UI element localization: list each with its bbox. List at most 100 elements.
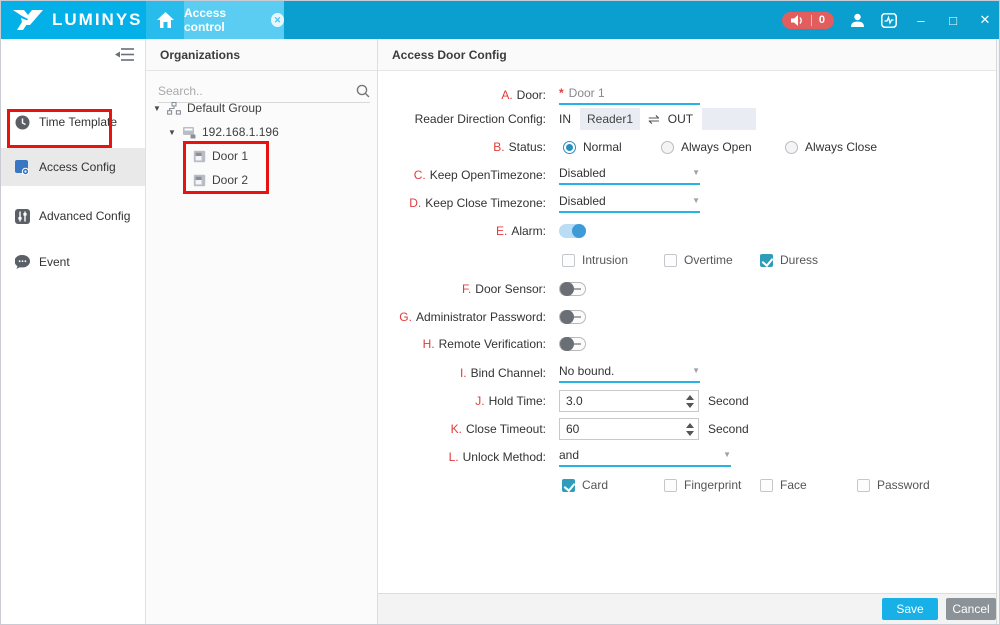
stepper-arrows[interactable] xyxy=(682,395,698,408)
step-down-icon[interactable] xyxy=(686,403,694,408)
step-down-icon[interactable] xyxy=(686,431,694,436)
field-label: Reader Direction Config: xyxy=(378,112,546,126)
sidebar-item-advanced-config[interactable]: Advanced Config xyxy=(1,197,145,235)
door-name-value: Door 1 xyxy=(569,86,605,100)
radio-button-icon[interactable] xyxy=(563,141,576,154)
access-config-icon xyxy=(15,160,30,175)
row-status: B.Status: Normal Always Open Always Clos… xyxy=(378,135,979,159)
cancel-button[interactable]: Cancel xyxy=(946,598,996,620)
bind-channel-select[interactable]: No bound. ▼ xyxy=(559,364,700,383)
admin-password-toggle[interactable] xyxy=(559,310,586,324)
radio-normal[interactable]: Normal xyxy=(563,135,622,159)
tree-item-door-2[interactable]: Door 2 xyxy=(193,168,248,192)
swap-direction-icon[interactable]: ⇌ xyxy=(648,111,660,128)
dropdown-caret-icon: ▼ xyxy=(723,450,731,459)
radio-button-icon[interactable] xyxy=(661,141,674,154)
radio-always-close[interactable]: Always Close xyxy=(785,135,877,159)
radio-button-icon[interactable] xyxy=(785,141,798,154)
chat-bubble-icon xyxy=(15,255,30,269)
tab-access-control[interactable]: Access control ✕ xyxy=(184,1,284,39)
checkbox-password[interactable]: Password xyxy=(857,473,930,497)
device-status-icon[interactable] xyxy=(881,13,897,28)
field-label: I.Bind Channel: xyxy=(378,366,546,380)
sidebar-item-event[interactable]: Event xyxy=(1,243,145,281)
user-icon[interactable] xyxy=(850,13,865,28)
sidebar-item-access-config[interactable]: Access Config xyxy=(1,148,145,186)
field-label: A.Door: xyxy=(378,88,546,102)
checkbox-icon[interactable] xyxy=(760,254,773,267)
caret-down-icon[interactable]: ▼ xyxy=(168,128,182,137)
hold-time-input[interactable] xyxy=(560,394,682,408)
reader-out-button[interactable] xyxy=(702,108,756,130)
field-label: G.Administrator Password: xyxy=(378,310,546,324)
alarm-badge[interactable]: 0 xyxy=(782,12,834,29)
radio-always-open[interactable]: Always Open xyxy=(661,135,752,159)
checkbox-intrusion[interactable]: Intrusion xyxy=(562,248,628,272)
caret-down-icon[interactable]: ▼ xyxy=(153,104,167,113)
remote-verification-toggle[interactable] xyxy=(559,337,586,351)
unit-label: Second xyxy=(708,422,749,436)
checkbox-face[interactable]: Face xyxy=(760,473,807,497)
checkbox-icon[interactable] xyxy=(562,254,575,267)
save-button[interactable]: Save xyxy=(882,598,938,620)
keep-open-timezone-select[interactable]: Disabled ▼ xyxy=(559,166,700,185)
field-label: K.Close Timeout: xyxy=(378,422,546,436)
step-up-icon[interactable] xyxy=(686,423,694,428)
alarm-toggle[interactable] xyxy=(559,224,586,238)
minimize-button[interactable]: – xyxy=(913,13,929,28)
unlock-method-select[interactable]: and ▼ xyxy=(559,448,731,467)
speaker-icon xyxy=(791,15,804,26)
tab-close-icon[interactable]: ✕ xyxy=(271,13,284,27)
required-mark: * xyxy=(559,86,564,100)
tree-item-label: Door 1 xyxy=(212,149,248,163)
close-button[interactable]: ✕ xyxy=(977,12,993,28)
sidebar-item-time-template[interactable]: Time Template xyxy=(1,103,145,141)
config-header: Access Door Config xyxy=(378,39,998,71)
door-sensor-toggle[interactable] xyxy=(559,282,586,296)
keep-close-timezone-select[interactable]: Disabled ▼ xyxy=(559,194,700,213)
close-timeout-stepper xyxy=(559,418,699,440)
checkbox-icon[interactable] xyxy=(857,479,870,492)
topbar-actions: 0 – □ ✕ xyxy=(782,1,993,39)
reader-in-button[interactable]: Reader1 xyxy=(580,108,640,130)
field-label: J.Hold Time: xyxy=(378,394,546,408)
row-door: A.Door: * Door 1 xyxy=(378,83,700,107)
in-label: IN xyxy=(559,112,571,126)
checkbox-icon[interactable] xyxy=(760,479,773,492)
checkbox-fingerprint[interactable]: Fingerprint xyxy=(664,473,741,497)
checkbox-icon[interactable] xyxy=(562,479,575,492)
out-label: OUT xyxy=(668,112,693,126)
tree-item-label: 192.168.1.196 xyxy=(202,125,279,139)
checkbox-icon[interactable] xyxy=(664,254,677,267)
checkbox-icon[interactable] xyxy=(664,479,677,492)
sliders-icon xyxy=(15,209,30,224)
step-up-icon[interactable] xyxy=(686,395,694,400)
stepper-arrows[interactable] xyxy=(682,423,698,436)
close-timeout-input[interactable] xyxy=(560,422,682,436)
search-icon[interactable] xyxy=(356,84,370,98)
checkbox-duress[interactable]: Duress xyxy=(760,248,818,272)
brand-logo: LUMINYS xyxy=(1,1,146,39)
door-name-input[interactable]: * Door 1 xyxy=(559,86,700,105)
checkbox-overtime[interactable]: Overtime xyxy=(664,248,733,272)
checkbox-card[interactable]: Card xyxy=(562,473,608,497)
top-bar: LUMINYS Access control ✕ 0 xyxy=(1,1,999,39)
dropdown-caret-icon: ▼ xyxy=(692,196,700,205)
tree-item-device[interactable]: ▼ 192.168.1.196 xyxy=(168,120,279,144)
app-window: LUMINYS Access control ✕ 0 xyxy=(0,0,1000,625)
tree-item-door-1[interactable]: Door 1 xyxy=(193,144,248,168)
sidebar-item-label: Time Template xyxy=(39,115,117,129)
door-icon xyxy=(193,174,206,187)
tree-item-default-group[interactable]: ▼ Default Group xyxy=(153,96,262,120)
home-button[interactable] xyxy=(146,1,184,39)
door-icon xyxy=(193,150,206,163)
row-alarm: E.Alarm: xyxy=(378,219,586,243)
maximize-button[interactable]: □ xyxy=(945,13,961,28)
row-remote-verification: H.Remote Verification: xyxy=(378,332,586,356)
brand-name: LUMINYS xyxy=(52,10,143,30)
group-icon xyxy=(167,102,181,115)
row-unlock-method: L.Unlock Method: and ▼ xyxy=(378,445,731,469)
unit-label: Second xyxy=(708,394,749,408)
collapse-sidebar-icon[interactable] xyxy=(115,47,135,62)
tree-item-label: Default Group xyxy=(187,101,262,115)
